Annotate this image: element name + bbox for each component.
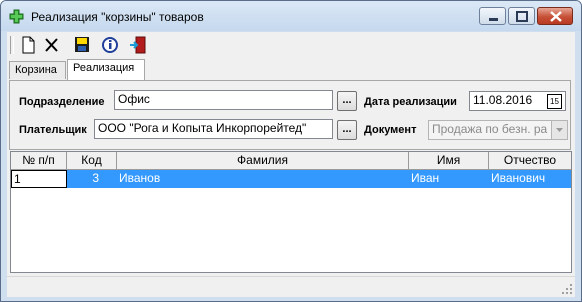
department-label: Подразделение [19,96,105,108]
new-document-icon [22,36,35,54]
document-select[interactable]: Продажа по безн. ра [428,120,568,140]
save-icon [75,37,89,52]
tab-basket[interactable]: Корзина [9,61,66,79]
save-button[interactable] [71,34,93,56]
title-bar[interactable]: Реализация "корзины" товаров [1,1,581,31]
column-header-last-name[interactable]: Фамилия [117,152,409,170]
minimize-icon [489,18,498,21]
realization-panel: Подразделение Офис ... Дата реализации 1… [9,80,571,150]
delete-icon [45,38,58,52]
table-row-number-cell[interactable]: 1 [11,170,67,188]
payer-browse-button[interactable]: ... [337,120,357,140]
toolbar-grip [10,36,14,54]
table-row-patronymic-cell[interactable]: Иванович [489,170,571,188]
date-value: 11.08.2016 [473,93,533,107]
chevron-down-icon [556,128,563,132]
new-button[interactable] [17,34,39,56]
minimize-button[interactable] [479,7,506,25]
maximize-button[interactable] [508,7,535,25]
info-button[interactable] [99,34,121,56]
app-icon [9,9,24,24]
tab-realization[interactable]: Реализация [67,59,145,80]
table-row-last-name-cell[interactable]: Иванов [117,170,409,188]
exit-door-icon [130,36,146,54]
client-area: Корзина Реализация Подразделение Офис ..… [7,58,575,294]
document-label: Документ [364,124,417,136]
close-icon [550,11,562,22]
close-button[interactable] [537,7,573,25]
date-label: Дата реализации [364,96,457,108]
status-bar [7,276,575,297]
table-row-first-name-cell[interactable]: Иван [409,170,489,188]
column-header-code[interactable]: Код [67,152,117,170]
document-value: Продажа по безн. ра [432,122,548,136]
app-window: Реализация "корзины" товаров Корзина Реа… [0,0,582,302]
dropdown-button[interactable] [551,121,567,139]
toolbar [7,32,575,58]
payer-field[interactable]: ООО "Рога и Копыта Инкорпорейтед" [94,119,333,139]
table-row-code-cell[interactable]: 3 [67,170,117,188]
department-browse-button[interactable]: ... [337,91,357,111]
column-header-number[interactable]: № п/п [11,152,67,170]
resize-grip-icon[interactable] [561,283,573,295]
column-header-patronymic[interactable]: Отчество [489,152,571,170]
delete-button[interactable] [41,34,63,56]
maximize-icon [516,11,528,22]
calendar-icon[interactable]: 15 [547,94,562,109]
date-field[interactable]: 11.08.2016 15 [469,91,566,111]
exit-button[interactable] [127,34,149,56]
department-field[interactable]: Офис [114,90,333,110]
tab-strip: Корзина Реализация [7,58,575,80]
payer-label: Плательщик [19,124,87,136]
window-title: Реализация "корзины" товаров [31,10,204,24]
info-icon [102,37,118,53]
column-header-first-name[interactable]: Имя [409,152,489,170]
items-table[interactable]: № п/п Код Фамилия Имя Отчество 1 3 Ивано… [10,151,572,273]
